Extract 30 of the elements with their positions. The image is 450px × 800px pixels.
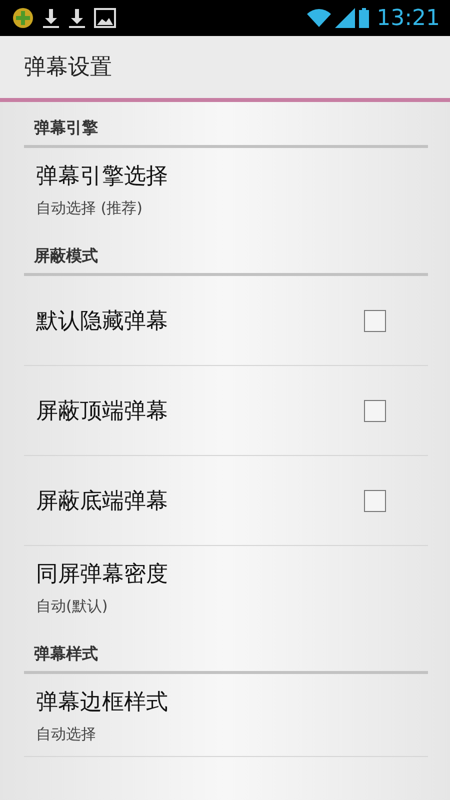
preference-item[interactable]: 弹幕引擎选择 自动选择 (推荐) <box>24 148 428 230</box>
checkbox[interactable] <box>364 490 386 512</box>
preference-item[interactable]: 默认隐藏弹幕 <box>24 276 428 365</box>
clock-time: 13:21 <box>376 6 440 30</box>
item-title: 屏蔽底端弹幕 <box>36 488 168 516</box>
preference-item[interactable]: 弹幕边框样式 自动选择 <box>24 674 428 756</box>
item-title: 默认隐藏弹幕 <box>36 308 168 336</box>
item-summary: 自动选择 <box>36 724 97 744</box>
screen-title: 弹幕设置 <box>24 54 112 82</box>
preference-item[interactable]: 屏蔽底端弹幕 <box>24 456 428 545</box>
section-header: 弹幕引擎 <box>34 118 98 139</box>
app-icon <box>12 7 34 29</box>
checkbox[interactable] <box>364 310 386 332</box>
wifi-icon <box>306 8 331 28</box>
signal-icon <box>334 8 355 28</box>
item-title: 同屏弹幕密度 <box>36 560 168 588</box>
preference-item[interactable]: 同屏弹幕密度 自动(默认) <box>24 546 428 628</box>
item-title: 弹幕引擎选择 <box>36 162 168 190</box>
image-icon <box>94 7 116 29</box>
item-summary: 自动(默认) <box>36 596 109 616</box>
item-title: 屏蔽顶端弹幕 <box>36 398 168 426</box>
section-header: 弹幕样式 <box>34 644 98 665</box>
download-icon <box>42 7 60 29</box>
download-icon <box>68 7 86 29</box>
item-summary: 自动选择 (推荐) <box>36 198 144 218</box>
battery-icon <box>358 8 369 28</box>
checkbox[interactable] <box>364 400 386 422</box>
preference-item[interactable]: 屏蔽顶端弹幕 <box>24 366 428 455</box>
section-header: 屏蔽模式 <box>34 246 98 267</box>
item-title: 弹幕边框样式 <box>36 688 168 716</box>
